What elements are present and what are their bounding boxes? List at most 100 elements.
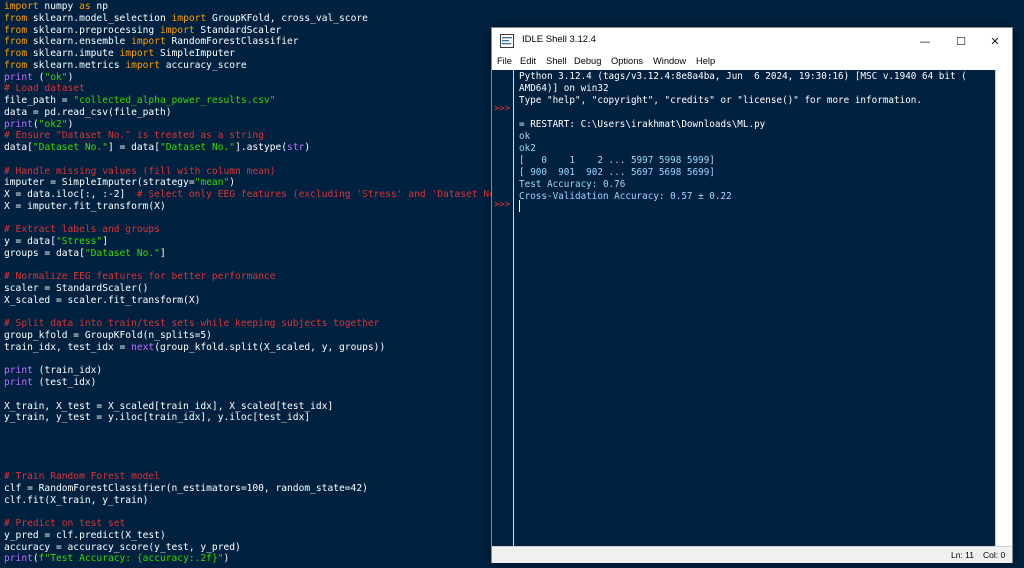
code-token: ) xyxy=(229,177,236,189)
code-token: (train_idx) xyxy=(32,365,103,377)
code-token: train_idx, test_idx = xyxy=(4,341,132,353)
column-indicator: Col: 0 xyxy=(983,550,1006,560)
close-button[interactable]: ✕ xyxy=(978,28,1012,54)
code-token: X_scaled = scaler.fit_transform(X) xyxy=(4,294,201,306)
code-token: file_path = xyxy=(4,95,74,106)
shell-output-line: Cross-Validation Accuracy: 0.57 ± 0.22 xyxy=(519,191,732,202)
code-token: "Dataset No." xyxy=(32,142,108,153)
code-token: from xyxy=(4,24,28,36)
code-line: file_path = "collected_alpha_power_resul… xyxy=(4,95,275,107)
code-token: ].astype( xyxy=(235,142,288,153)
code-line: from sklearn.impute import SimpleImputer xyxy=(4,48,235,60)
code-line: group_kfold = GroupKFold(n_splits=5) xyxy=(4,330,212,342)
code-line: # Predict on test set xyxy=(4,518,125,530)
code-token: # Extract labels and groups xyxy=(4,224,160,236)
code-token: groups = data[ xyxy=(4,247,85,259)
code-line: X = data.iloc[:, :-2] # Select only EEG … xyxy=(4,189,512,201)
code-token: group_kfold = GroupKFold(n_splits=5) xyxy=(4,330,212,341)
code-token: numpy xyxy=(38,1,80,12)
code-line: # Handle missing values (fill with colum… xyxy=(4,166,275,178)
code-token: next xyxy=(131,341,155,353)
code-token: from xyxy=(4,59,28,71)
code-line: import numpy as np xyxy=(4,1,108,13)
code-token: print xyxy=(4,71,33,83)
code-line: y_pred = clf.predict(X_test) xyxy=(4,530,166,542)
code-token: "ok" xyxy=(44,71,68,83)
close-icon: ✕ xyxy=(990,34,1000,48)
code-token: import xyxy=(131,36,166,48)
maximize-icon: ☐ xyxy=(956,34,966,48)
code-line: print (test_idx) xyxy=(4,377,96,389)
code-line: print("ok2") xyxy=(4,119,73,131)
code-token: sklearn.model_selection xyxy=(27,12,172,24)
code-line: from sklearn.ensemble import RandomFores… xyxy=(4,36,299,48)
code-token: import xyxy=(4,1,39,12)
code-token: clf = RandomForestClassifier(n_estimator… xyxy=(4,482,368,494)
code-token: np xyxy=(90,1,108,12)
menu-window[interactable]: Window xyxy=(653,56,686,66)
code-token: print xyxy=(4,377,33,388)
menu-help[interactable]: Help xyxy=(696,56,715,66)
code-line: X_train, X_test = X_scaled[train_idx], X… xyxy=(4,401,333,413)
code-token: ] xyxy=(159,247,166,259)
code-line: from sklearn.metrics import accuracy_sco… xyxy=(4,60,247,72)
title-bar[interactable]: IDLE Shell 3.12.4 — ☐ ✕ xyxy=(492,28,1012,54)
code-token: str xyxy=(287,142,305,153)
minimize-icon: — xyxy=(919,34,931,48)
shell-output-line: [ 900 901 902 ... 5697 5698 5699] xyxy=(519,167,715,178)
code-token: GroupKFold, cross_val_score xyxy=(206,12,368,24)
minimize-button[interactable]: — xyxy=(908,28,942,54)
code-line: y = data["Stress"] xyxy=(4,236,108,248)
menu-debug[interactable]: Debug xyxy=(574,56,601,66)
code-token: ] = data[ xyxy=(107,142,160,153)
code-token: import xyxy=(159,24,195,36)
prompt-gutter: >>> >>> xyxy=(492,70,514,546)
code-token: sklearn.preprocessing xyxy=(27,24,160,36)
code-line: imputer = SimpleImputer(strategy="mean") xyxy=(4,177,235,189)
code-line: # Train Random Forest model xyxy=(4,471,160,483)
code-token: SimpleImputer xyxy=(154,48,236,59)
code-token: from xyxy=(4,36,28,48)
code-token: "Dataset No." xyxy=(84,247,160,259)
maximize-button[interactable]: ☐ xyxy=(944,28,978,54)
code-token: StandardScaler xyxy=(194,24,282,36)
shell-prompt: >>> xyxy=(494,104,511,114)
code-token: (test_idx) xyxy=(32,377,97,388)
code-token: import xyxy=(119,48,155,59)
code-token: X_train, X_test = X_scaled[train_idx], X… xyxy=(4,400,334,412)
code-line: X_scaled = scaler.fit_transform(X) xyxy=(4,295,200,307)
vertical-scrollbar[interactable] xyxy=(995,70,1012,546)
code-token: print xyxy=(4,365,33,377)
shell-output-line: Python 3.12.4 (tags/v3.12.4:8e8a4ba, Jun… xyxy=(519,71,967,82)
code-token: # Predict on test set xyxy=(4,518,126,529)
code-token: y_train, y_test = y.iloc[train_idx], y.i… xyxy=(4,412,311,424)
code-token: print xyxy=(4,118,33,130)
code-token: "Dataset No." xyxy=(159,142,236,153)
code-token: accuracy_score xyxy=(159,59,247,71)
code-line: from sklearn.preprocessing import Standa… xyxy=(4,25,281,37)
code-token: # Load dataset xyxy=(4,83,85,95)
code-line: print ("ok") xyxy=(4,72,73,84)
code-line: # Normalize EEG features for better perf… xyxy=(4,271,275,283)
menu-file[interactable]: File xyxy=(497,56,512,66)
code-line: y_train, y_test = y.iloc[train_idx], y.i… xyxy=(4,412,310,424)
line-indicator: Ln: 11 xyxy=(951,550,975,560)
code-line: data["Dataset No."] = data["Dataset No."… xyxy=(4,142,310,154)
code-token: "ok2" xyxy=(38,118,68,130)
menu-edit[interactable]: Edit xyxy=(520,56,536,66)
code-line: accuracy = accuracy_score(y_test, y_pred… xyxy=(4,542,241,554)
code-line: X = imputer.fit_transform(X) xyxy=(4,201,166,213)
code-token: ( xyxy=(32,71,45,83)
code-token: sklearn.ensemble xyxy=(27,36,132,48)
code-token: as xyxy=(79,1,91,12)
menu-shell[interactable]: Shell xyxy=(546,56,567,66)
code-line: # Load dataset xyxy=(4,83,85,95)
shell-text-area[interactable]: Python 3.12.4 (tags/v3.12.4:8e8a4ba, Jun… xyxy=(514,70,996,546)
code-token: sklearn.impute xyxy=(27,48,120,59)
code-token: "Stress" xyxy=(55,236,103,247)
idle-shell-window: IDLE Shell 3.12.4 — ☐ ✕ File Edit Shell … xyxy=(491,27,1013,563)
code-line: groups = data["Dataset No."] xyxy=(4,248,166,260)
shell-area: >>> >>> Python 3.12.4 (tags/v3.12.4:8e8a… xyxy=(492,70,1012,546)
code-token: # Ensure "Dataset No." is treated as a s… xyxy=(4,130,264,142)
menu-options[interactable]: Options xyxy=(611,56,643,66)
